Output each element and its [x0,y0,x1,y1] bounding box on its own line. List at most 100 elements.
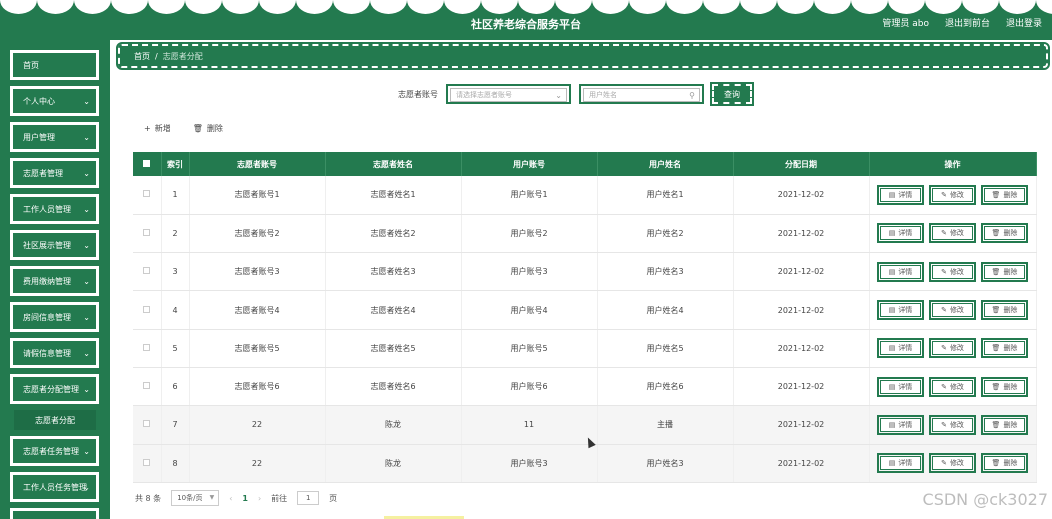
sidebar-item-label: 志愿者任务管理 [23,446,79,456]
batch-delete-button[interactable]: 🗑 删除 [193,123,223,134]
delete-button-label: 删除 [1003,267,1018,276]
delete-button-label: 删除 [1003,459,1018,468]
select-all-checkbox[interactable] [143,159,151,167]
edit-button-inner: ✎ 修改 [932,417,973,432]
sidebar-item[interactable]: 房间信息管理 ⌄ [10,302,99,332]
user-name-input[interactable]: 用户姓名 ⚲ [579,84,704,104]
pencil-icon: ✎ [941,190,947,199]
sidebar-item[interactable]: 用户管理 ⌄ [10,122,99,152]
back-to-frontend-link[interactable]: 退出到前台 [945,16,990,29]
sidebar-item[interactable]: 志愿者管理 ⌄ [10,158,99,188]
row-select-cell[interactable] [133,176,162,215]
row-select-cell[interactable] [133,252,162,292]
pencil-icon: ✎ [941,306,947,315]
sidebar-item[interactable]: 社区展示管理 ⌄ [10,230,99,260]
current-page-number[interactable]: 1 [242,494,248,503]
cell-assign-date: 2021-12-02 [733,444,870,483]
edit-button-label: 修改 [949,382,964,391]
volunteer-account-select[interactable]: 请选择志愿者账号 ⌄ [446,84,571,104]
delete-button[interactable]: 🗑 删除 [981,453,1028,474]
sidebar-item[interactable]: 志愿者分配管理 ⌄ [10,374,99,404]
edit-button[interactable]: ✎ 修改 [929,300,976,321]
sidebar-item[interactable]: 费用缴纳管理 ⌄ [10,266,99,296]
admin-user-label: 管理员 abo [882,19,929,29]
breadcrumb-home[interactable]: 首页 [134,51,150,62]
cell-index: 3 [161,252,190,292]
edit-button[interactable]: ✎ 修改 [929,223,976,244]
edit-button[interactable]: ✎ 修改 [929,414,976,435]
cell-index: 4 [161,290,190,330]
cell-volunteer-account: 志愿者账号1 [189,176,326,215]
detail-button[interactable]: ▤ 详情 [877,453,924,474]
sidebar-subitem-volunteer-assignment[interactable]: 志愿者分配 [14,410,96,430]
page-size-select[interactable]: 10条/页 ▼ [171,490,220,506]
edit-button[interactable]: ✎ 修改 [929,261,976,282]
delete-button[interactable]: 🗑 删除 [981,338,1028,359]
edit-button[interactable]: ✎ 修改 [929,338,976,359]
row-checkbox[interactable] [143,190,151,198]
table-toolbar: + 新增 🗑 删除 [144,123,223,134]
sidebar-item[interactable]: 请假信息管理 ⌄ [10,338,99,368]
sidebar-item[interactable]: 入驻信息管理⌄ [10,508,99,519]
next-page-button[interactable]: › [258,494,261,503]
delete-button-label: 删除 [1003,306,1018,315]
cell-index: 1 [161,176,190,215]
delete-button[interactable]: 🗑 删除 [981,376,1028,397]
sidebar-item-label: 社区展示管理 [23,240,71,250]
row-checkbox[interactable] [143,305,151,313]
detail-button[interactable]: ▤ 详情 [877,300,924,321]
delete-button-inner: 🗑 删除 [984,226,1025,241]
row-select-cell[interactable] [133,405,162,445]
row-checkbox[interactable] [143,458,151,466]
row-select-cell[interactable] [133,367,162,407]
detail-button-inner: ▤ 详情 [880,187,921,202]
table-row: 4 志愿者账号4 志愿者姓名4 用户账号4 用户姓名4 2021-12-02 ▤ 详情 ✎ 修改 🗑… [133,290,1037,330]
delete-button[interactable]: 🗑 删除 [981,261,1028,282]
select-all-header[interactable] [133,152,162,176]
trash-icon: 🗑 [991,229,1001,238]
cell-volunteer-account: 22 [189,444,326,483]
edit-button[interactable]: ✎ 修改 [929,184,976,205]
detail-button[interactable]: ▤ 详情 [877,376,924,397]
detail-button[interactable]: ▤ 详情 [877,223,924,244]
row-checkbox[interactable] [143,267,151,275]
prev-page-button[interactable]: ‹ [229,494,232,503]
row-select-cell[interactable] [133,290,162,330]
detail-button[interactable]: ▤ 详情 [877,184,924,205]
delete-button[interactable]: 🗑 删除 [981,223,1028,244]
delete-button[interactable]: 🗑 删除 [981,300,1028,321]
row-select-cell[interactable] [133,329,162,368]
sidebar-item[interactable]: 工作人员管理 ⌄ [10,194,99,224]
detail-button[interactable]: ▤ 详情 [877,261,924,282]
sidebar-item[interactable]: 工作人员任务管理 ⌄ [10,472,99,502]
goto-page-input[interactable]: 1 [297,491,320,505]
delete-button-label: 删除 [1003,344,1018,353]
table-row: 2 志愿者账号2 志愿者姓名2 用户账号2 用户姓名2 2021-12-02 ▤ 详情 ✎ 修改 🗑… [133,214,1037,254]
add-button[interactable]: + 新增 [144,123,171,134]
edit-button[interactable]: ✎ 修改 [929,453,976,474]
row-checkbox[interactable] [143,343,151,351]
edit-button[interactable]: ✎ 修改 [929,376,976,397]
table-row: 1 志愿者账号1 志愿者姓名1 用户账号1 用户姓名1 2021-12-02 ▤ 详情 ✎ 修改 🗑… [133,176,1037,215]
row-checkbox[interactable] [143,420,151,428]
cell-user-name: 用户姓名3 [597,444,734,483]
detail-button[interactable]: ▤ 详情 [877,414,924,435]
logout-link[interactable]: 退出登录 [1006,16,1042,29]
edit-button-inner: ✎ 修改 [932,341,973,356]
row-checkbox[interactable] [143,382,151,390]
page-size-value: 10条/页 [177,494,203,502]
detail-button[interactable]: ▤ 详情 [877,338,924,359]
row-select-cell[interactable] [133,214,162,254]
row-checkbox[interactable] [143,228,151,236]
sidebar-item[interactable]: 首页 [10,50,99,80]
edit-button-label: 修改 [949,420,964,429]
detail-button-label: 详情 [898,190,913,199]
sidebar-item[interactable]: 个人中心 ⌄ [10,86,99,116]
query-button[interactable]: 查询 [710,82,754,106]
breadcrumb: 首页 / 志愿者分配 [116,42,1050,70]
cell-volunteer-name: 陈龙 [325,405,462,445]
delete-button[interactable]: 🗑 删除 [981,184,1028,205]
delete-button[interactable]: 🗑 删除 [981,414,1028,435]
row-select-cell[interactable] [133,444,162,483]
sidebar-item[interactable]: 志愿者任务管理 ⌄ [10,436,99,466]
